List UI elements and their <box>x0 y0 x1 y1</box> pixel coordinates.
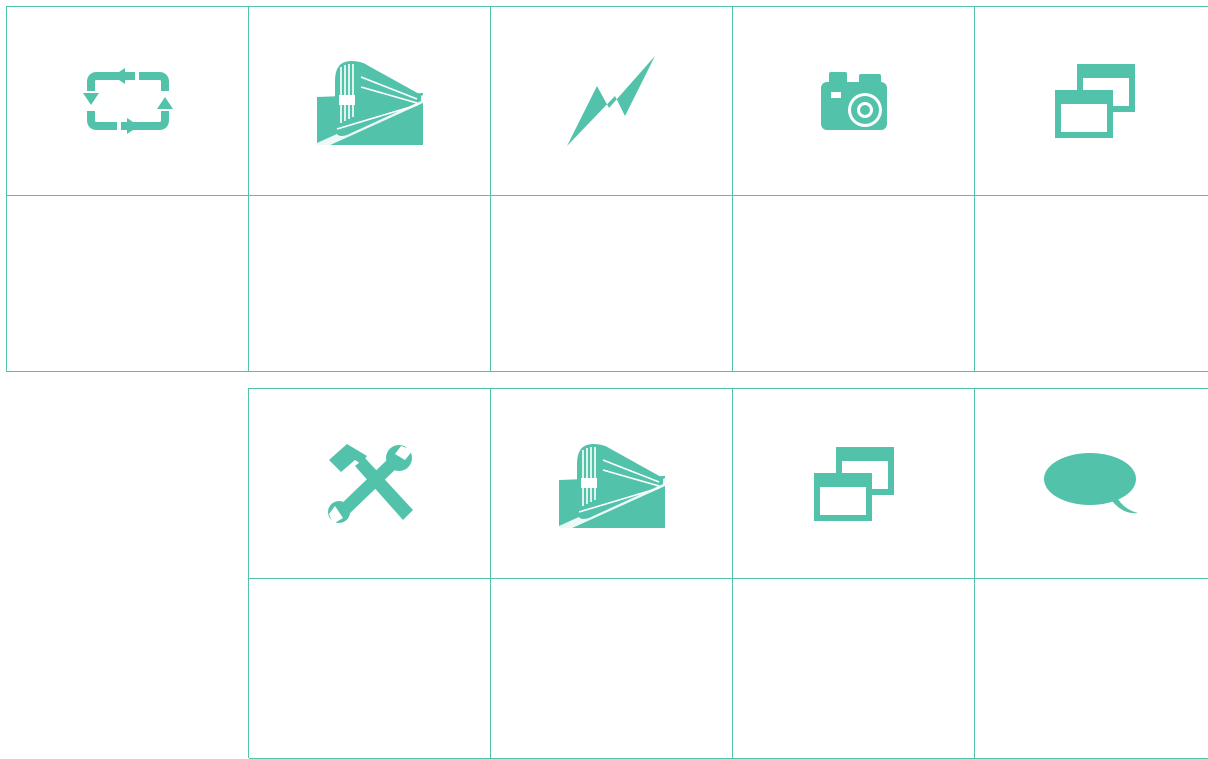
windows-icon <box>813 446 894 521</box>
tile-empty[interactable] <box>733 579 975 759</box>
tile-speech-bubble[interactable] <box>975 389 1208 579</box>
train-icon <box>558 443 665 528</box>
tile-empty[interactable] <box>733 196 975 372</box>
tile-train[interactable] <box>491 389 733 579</box>
tile-empty[interactable] <box>491 579 733 759</box>
windows-icon <box>1054 64 1135 138</box>
lightning-icon <box>566 56 655 146</box>
speech-bubble-icon <box>1044 452 1138 513</box>
tile-camera[interactable] <box>733 7 975 196</box>
tile-repeat[interactable] <box>7 7 249 196</box>
tile-empty[interactable] <box>975 579 1208 759</box>
tile-windows[interactable] <box>975 7 1208 196</box>
tile-train[interactable] <box>249 7 491 196</box>
camera-icon <box>820 72 887 130</box>
tile-tools[interactable] <box>249 389 491 579</box>
repeat-icon <box>82 68 173 134</box>
tile-empty[interactable] <box>7 196 249 372</box>
train-icon <box>316 61 423 145</box>
tile-lightning[interactable] <box>491 7 733 196</box>
tile-empty[interactable] <box>249 579 491 759</box>
icon-grid-top <box>6 6 1208 372</box>
icon-grid-bottom <box>248 388 1208 759</box>
tile-empty[interactable] <box>975 196 1208 372</box>
tools-icon <box>327 443 413 524</box>
tile-windows[interactable] <box>733 389 975 579</box>
tile-empty[interactable] <box>249 196 491 372</box>
tile-empty[interactable] <box>491 196 733 372</box>
